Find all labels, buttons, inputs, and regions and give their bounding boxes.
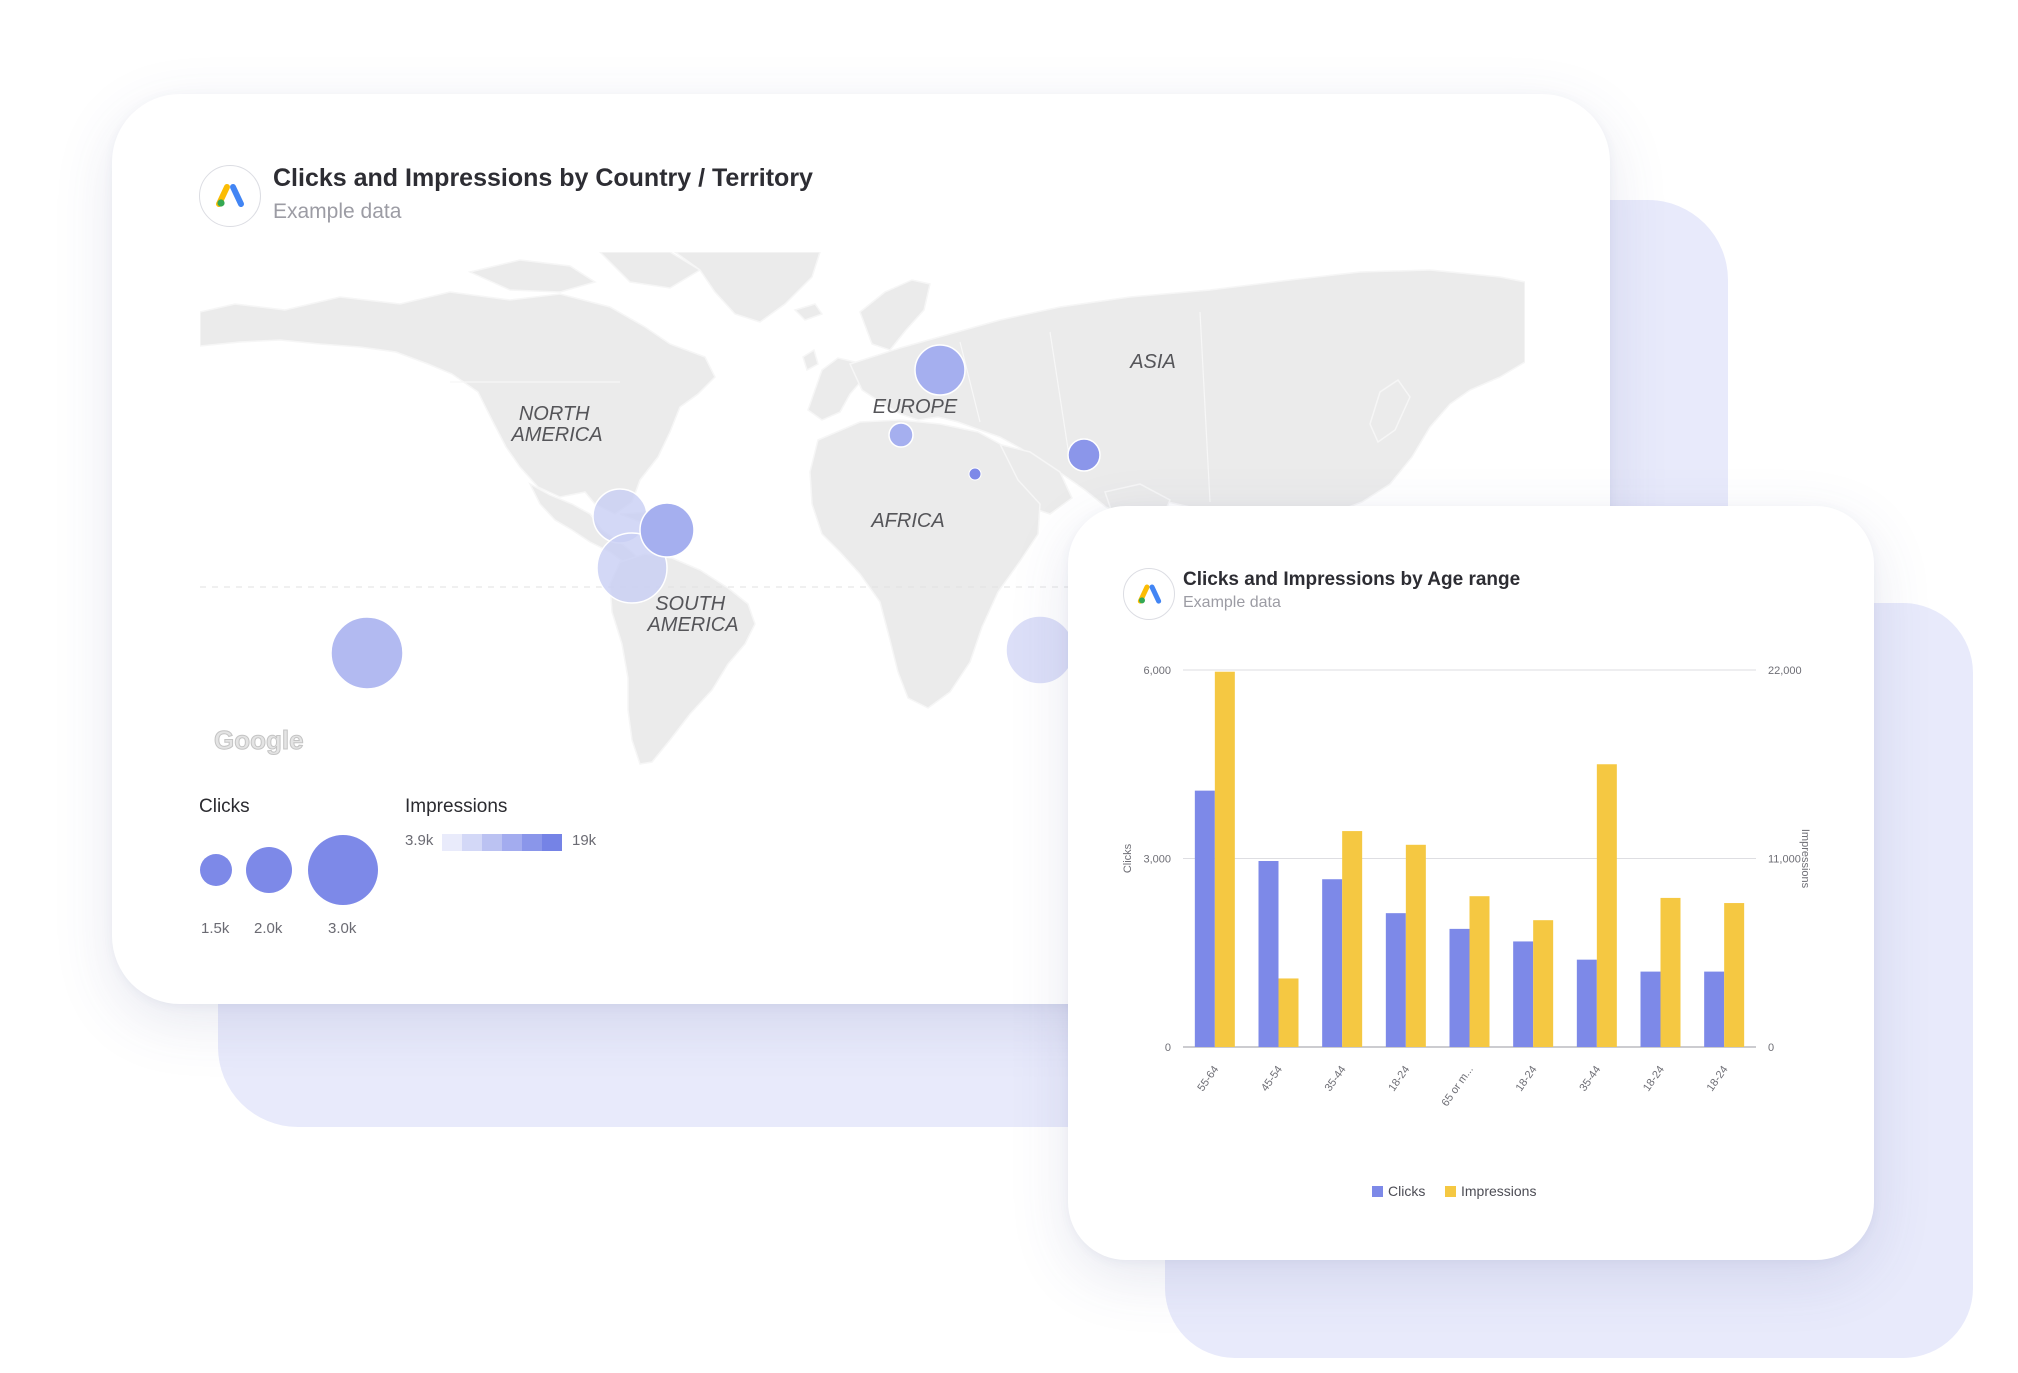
clicks-legend-value: 2.0k: [254, 920, 283, 937]
y2-tick-label: 22,000: [1768, 665, 1802, 677]
y2-tick-label: 11,000: [1768, 854, 1801, 866]
continent-label-north-america: NORTH AMERICA: [510, 403, 602, 446]
impressions-legend-max: 19k: [572, 832, 597, 849]
map-bubble[interactable]: [1067, 438, 1101, 472]
y-tick-label: 6,000: [1143, 665, 1171, 677]
x-tick-label: 55-64: [1195, 1064, 1221, 1094]
bar-chart[interactable]: 0 3,000 6,000 0 11,000 22,000 Clicks Impression…: [1068, 506, 1874, 1260]
impressions-gradient-cell: [542, 834, 562, 851]
y2-axis-label: Impressions: [1799, 829, 1811, 889]
x-tick-label: 65 or m...: [1439, 1064, 1475, 1109]
bar-clicks: [1513, 941, 1534, 1047]
impressions-legend-title: Impressions: [405, 796, 508, 817]
bar-clicks: [1640, 971, 1661, 1047]
legend-swatch-clicks: [1372, 1186, 1383, 1197]
continent-label-asia: ASIA: [1129, 351, 1176, 373]
clicks-legend-value: 1.5k: [201, 920, 230, 937]
legend-swatch-impressions: [1445, 1186, 1456, 1197]
bar-impressions: [1724, 903, 1745, 1047]
bar-impressions: [1469, 896, 1490, 1047]
continent-label-africa: AFRICA: [870, 510, 944, 532]
legend-label-impressions: Impressions: [1461, 1183, 1536, 1199]
bar-clicks: [1258, 861, 1279, 1047]
size-legend-bubble-medium: [246, 847, 292, 893]
map-bubble[interactable]: [639, 502, 695, 558]
map-bubble[interactable]: [914, 344, 966, 396]
continent-label-south-america: SOUTH AMERICA: [646, 593, 738, 636]
impressions-gradient-cell: [442, 834, 462, 851]
impressions-legend-min: 3.9k: [405, 832, 434, 849]
google-map-watermark: Google: [214, 725, 304, 755]
continent-label-europe: EUROPE: [873, 396, 958, 418]
bar-impressions: [1342, 831, 1363, 1047]
y-tick-label: 3,000: [1143, 854, 1171, 866]
google-ads-icon: [216, 184, 244, 207]
chart-legend: Clicks Impressions: [1372, 1183, 1536, 1199]
x-tick-label: 18-24: [1386, 1064, 1412, 1094]
size-legend-bubble-large: [308, 835, 378, 905]
map-card-title: Clicks and Impressions by Country / Terr…: [273, 164, 813, 192]
clicks-legend-value: 3.0k: [328, 920, 357, 937]
impressions-gradient-cell: [522, 834, 542, 851]
bar-impressions: [1405, 844, 1426, 1047]
x-tick-label: 35-44: [1323, 1064, 1349, 1094]
bar-impressions: [1596, 764, 1617, 1047]
bar-clicks: [1576, 959, 1597, 1047]
y-tick-label: 0: [1165, 1042, 1171, 1054]
bar-clicks: [1194, 790, 1215, 1047]
map-bubble[interactable]: [888, 422, 914, 448]
age-range-chart-card: Clicks and Impressions by Age range Exam…: [1068, 506, 1874, 1260]
bar-clicks: [1449, 928, 1470, 1047]
x-tick-label: 18-24: [1514, 1064, 1540, 1094]
bar-clicks: [1385, 913, 1406, 1047]
y2-tick-label: 0: [1768, 1042, 1774, 1054]
bar-impressions: [1660, 897, 1681, 1047]
x-tick-label: 18-24: [1641, 1064, 1667, 1094]
bar-clicks: [1704, 971, 1725, 1047]
legend-label-clicks: Clicks: [1388, 1183, 1425, 1199]
impressions-gradient-cell: [502, 834, 522, 851]
bar-impressions: [1533, 920, 1554, 1047]
x-tick-label: 45-54: [1259, 1064, 1285, 1094]
map-bubble[interactable]: [968, 467, 982, 481]
bar-clicks: [1322, 879, 1343, 1047]
map-card-subtitle: Example data: [273, 200, 402, 223]
chart-bars: [1194, 671, 1745, 1047]
bar-impressions: [1214, 671, 1235, 1047]
clicks-legend-title: Clicks: [199, 796, 250, 817]
bar-impressions: [1278, 978, 1299, 1047]
impressions-gradient-cell: [482, 834, 502, 851]
map-bubble[interactable]: [330, 616, 404, 690]
size-legend-bubble-small: [200, 854, 232, 886]
y-axis-label: Clicks: [1122, 843, 1134, 873]
x-tick-label: 35-44: [1577, 1064, 1603, 1094]
google-ads-logo: [199, 165, 261, 227]
x-tick-label: 18-24: [1705, 1064, 1731, 1094]
map-bubble[interactable]: [1005, 615, 1075, 685]
impressions-gradient-cell: [462, 834, 482, 851]
